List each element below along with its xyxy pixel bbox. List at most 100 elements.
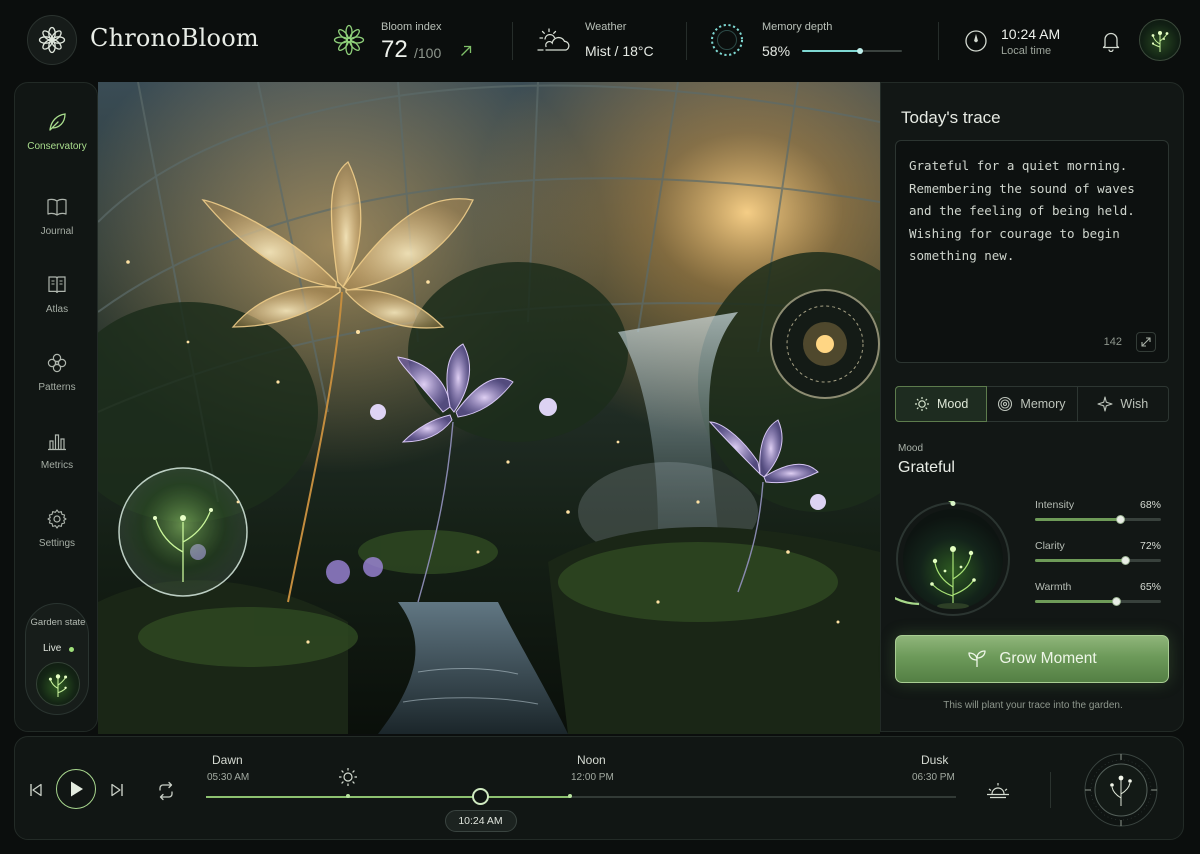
play-icon bbox=[71, 781, 83, 797]
slider-fill bbox=[1035, 559, 1126, 562]
sun-icon bbox=[915, 397, 930, 411]
timeline-progress bbox=[206, 796, 570, 798]
slider-label: Warmth bbox=[1035, 581, 1072, 593]
garden-compass-dial[interactable] bbox=[1083, 752, 1159, 828]
weather-label: Weather bbox=[585, 21, 627, 33]
slider-value: 65% bbox=[1139, 581, 1161, 593]
conservatory-scene[interactable] bbox=[98, 82, 880, 734]
intensity-slider[interactable]: Intensity 68% bbox=[1035, 499, 1161, 527]
skip-back-button[interactable] bbox=[27, 781, 45, 799]
expand-button[interactable] bbox=[1136, 332, 1156, 352]
trace-tabs: Mood Memory Wish bbox=[895, 386, 1169, 422]
spiral-icon bbox=[998, 396, 1013, 412]
sidebar-item-patterns[interactable]: Patterns bbox=[15, 352, 99, 422]
local-time-value: 10:24 AM bbox=[1001, 26, 1061, 42]
header-divider bbox=[938, 22, 939, 60]
timeline-scrubber[interactable] bbox=[206, 788, 956, 805]
skip-forward-button[interactable] bbox=[108, 781, 126, 799]
timeline-dawn-tick bbox=[346, 794, 350, 798]
live-indicator-dot bbox=[69, 647, 74, 652]
mood-value: Grateful bbox=[898, 459, 955, 476]
memory-depth-label: Memory depth bbox=[762, 21, 833, 33]
grow-moment-label: Grow Moment bbox=[999, 650, 1097, 667]
grow-moment-button[interactable]: Grow Moment bbox=[895, 635, 1169, 683]
current-time-badge: 10:24 AM bbox=[444, 810, 517, 832]
slider-value: 72% bbox=[1139, 540, 1161, 552]
timeline-playhead[interactable] bbox=[472, 788, 489, 805]
sunset-icon bbox=[987, 783, 1009, 799]
flower-pattern-icon bbox=[47, 353, 67, 373]
tab-wish[interactable]: Wish bbox=[1078, 387, 1168, 421]
weather-value: Mist / 18°C bbox=[585, 43, 654, 59]
memory-depth-knob bbox=[857, 48, 863, 54]
skip-back-icon bbox=[30, 783, 42, 797]
skip-forward-icon bbox=[111, 783, 123, 797]
local-time-label: Local time bbox=[1001, 45, 1052, 57]
bar-chart-icon bbox=[48, 434, 66, 451]
bloom-index-max: /100 bbox=[414, 45, 442, 61]
trace-text-area[interactable]: Grateful for a quiet morning. Rememberin… bbox=[895, 140, 1169, 363]
bloom-flower-icon bbox=[333, 24, 365, 56]
logo[interactable] bbox=[27, 15, 77, 65]
garden-state-status: Live bbox=[43, 643, 62, 654]
dusk-time: 06:30 PM bbox=[912, 772, 955, 783]
sidebar-item-journal[interactable]: Journal bbox=[15, 196, 99, 266]
noon-time: 12:00 PM bbox=[571, 772, 614, 783]
slider-fill bbox=[1035, 518, 1121, 521]
garden-state-card[interactable]: Garden state Live bbox=[25, 603, 89, 715]
timeline-divider bbox=[1050, 772, 1051, 808]
avatar[interactable] bbox=[1139, 19, 1181, 61]
expand-arrows-icon bbox=[1141, 337, 1151, 347]
header-divider bbox=[686, 22, 687, 60]
repeat-button[interactable] bbox=[156, 781, 176, 801]
glowing-sprout-icon bbox=[1151, 31, 1169, 52]
weather-cloud-sun-icon bbox=[537, 28, 570, 51]
warmth-slider[interactable]: Warmth 65% bbox=[1035, 581, 1161, 609]
play-button[interactable] bbox=[56, 769, 96, 809]
memory-depth-bar bbox=[802, 48, 902, 54]
garden-state-label: Garden state bbox=[30, 617, 86, 628]
tab-label: Mood bbox=[937, 397, 969, 411]
tab-label: Memory bbox=[1020, 397, 1066, 411]
dawn-label: Dawn bbox=[212, 753, 243, 767]
sidebar-item-label: Conservatory bbox=[27, 141, 87, 152]
slider-fill bbox=[1035, 600, 1117, 603]
slider-knob[interactable] bbox=[1116, 515, 1126, 524]
grow-hint: This will plant your trace into the gard… bbox=[943, 700, 1123, 711]
trace-text: Grateful for a quiet morning. Rememberin… bbox=[909, 158, 1135, 264]
sidebar-item-metrics[interactable]: Metrics bbox=[15, 430, 99, 500]
slider-track bbox=[1035, 515, 1161, 524]
sidebar-item-conservatory[interactable]: Conservatory bbox=[15, 111, 99, 181]
memory-depth-fill bbox=[802, 50, 860, 52]
sidebar-item-label: Metrics bbox=[40, 460, 74, 471]
dusk-label: Dusk bbox=[921, 753, 949, 767]
book-icon bbox=[47, 198, 67, 216]
trend-up-icon bbox=[461, 45, 472, 56]
header-divider bbox=[512, 22, 513, 60]
sidebar-item-atlas[interactable]: Atlas bbox=[15, 274, 99, 344]
noon-label: Noon bbox=[577, 753, 606, 767]
gear-icon bbox=[47, 509, 67, 529]
tab-mood[interactable]: Mood bbox=[895, 386, 988, 422]
notification-bell-icon[interactable] bbox=[1101, 30, 1121, 52]
bloom-index-label: Bloom index bbox=[381, 21, 442, 33]
sparkle-icon bbox=[1097, 396, 1113, 412]
slider-knob[interactable] bbox=[1121, 556, 1131, 565]
tab-memory[interactable]: Memory bbox=[986, 387, 1078, 421]
sunrise-sun-icon bbox=[339, 768, 357, 786]
dawn-time: 05:30 AM bbox=[207, 772, 250, 783]
sidebar-item-settings[interactable]: Settings bbox=[15, 508, 99, 578]
mood-section-label: Mood bbox=[898, 443, 924, 454]
app-title: ChronoBloom bbox=[90, 24, 259, 52]
enchanted-garden-illustration bbox=[98, 82, 880, 734]
sidebar-item-label: Patterns bbox=[38, 382, 76, 393]
sidebar-item-label: Atlas bbox=[45, 304, 69, 315]
slider-value: 68% bbox=[1139, 499, 1161, 511]
garden-preview-orb bbox=[36, 662, 80, 706]
memory-depth-value: 58% bbox=[762, 43, 791, 59]
clarity-slider[interactable]: Clarity 72% bbox=[1035, 540, 1161, 568]
character-count: 142 bbox=[1103, 336, 1122, 348]
slider-knob[interactable] bbox=[1112, 597, 1122, 606]
mood-plant-orb bbox=[895, 501, 1010, 616]
sidebar-item-label: Journal bbox=[40, 226, 74, 237]
